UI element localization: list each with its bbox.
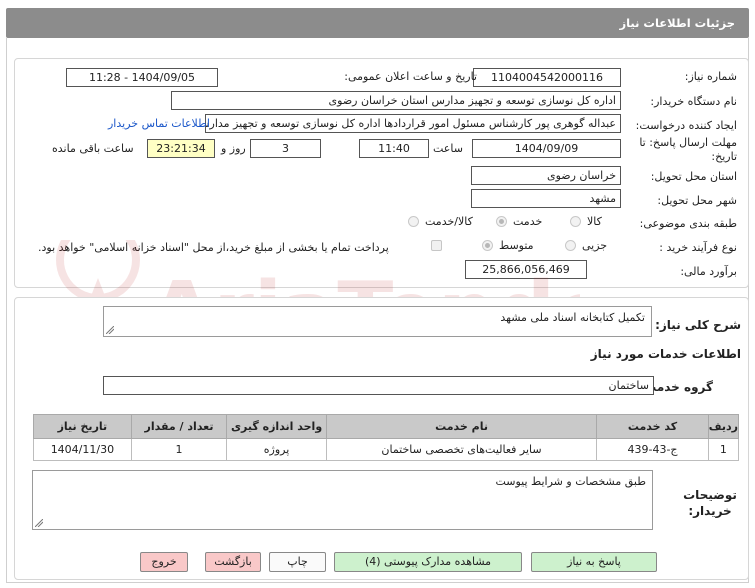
days-field: 3 [250, 139, 321, 158]
category-option-goods-radio[interactable] [570, 216, 581, 227]
category-option-service[interactable]: خدمت [496, 215, 542, 228]
buyer-notes-label: توضیحات خریدار: [683, 488, 737, 518]
services-info-heading: اطلاعات خدمات مورد نیاز [590, 347, 741, 361]
print-button[interactable]: چاپ [269, 552, 326, 572]
deadline-hour-label: ساعت [433, 142, 463, 155]
deadline-label: مهلت ارسال پاسخ: تا تاریخ: [639, 136, 737, 163]
process-type-label: نوع فرآیند خرید : [659, 241, 737, 254]
deadline-time-field: 11:40 [359, 139, 429, 158]
remaining-label: ساعت باقی مانده [52, 142, 134, 155]
requester-label: ایجاد کننده درخواست: [635, 119, 737, 132]
province-field: خراسان رضوی [471, 166, 621, 185]
services-table: ردیف کد خدمت نام خدمت واحد اندازه گیری ت… [33, 414, 740, 461]
process-option-minor-label: جزیی [582, 239, 608, 252]
buyer-notes-text: طبق مشخصات و شرایط پیوست [495, 475, 646, 488]
category-option-service-label: خدمت [513, 215, 543, 228]
process-option-medium-radio[interactable] [482, 240, 493, 251]
province-label: استان محل تحویل: [650, 170, 737, 183]
process-option-minor[interactable]: جزیی [565, 239, 607, 252]
category-option-goods[interactable]: کالا [570, 215, 602, 228]
view-attachments-button[interactable]: مشاهده مدارک پیوستی (4) [334, 552, 522, 572]
general-desc-text: تکمیل کتابخانه اسناد ملی مشهد [500, 311, 645, 324]
service-group-field: ساختمان [103, 376, 654, 395]
buyer-contact-link[interactable]: اطلاعات تماس خریدار [108, 117, 210, 130]
resize-grip-icon[interactable] [106, 326, 114, 334]
process-option-minor-radio[interactable] [565, 240, 576, 251]
cell-unit: پروژه [226, 438, 327, 461]
exit-button[interactable]: خروج [140, 552, 188, 572]
requester-field: عبداله گوهری پور کارشناس مسئول امور قرار… [205, 114, 621, 133]
col-row-number: ردیف [707, 414, 740, 439]
cell-quantity: 1 [130, 438, 228, 461]
buyer-notes-field[interactable]: طبق مشخصات و شرایط پیوست [32, 470, 653, 530]
reply-button[interactable]: پاسخ به نیاز [531, 552, 657, 572]
col-service-code: کد خدمت [596, 414, 709, 439]
buyer-org-field: اداره کل نوسازی توسعه و تجهیز مدارس استا… [171, 91, 621, 110]
buyer-org-label: نام دستگاه خریدار: [650, 95, 737, 108]
city-field: مشهد [471, 189, 621, 208]
remaining-time-field: 23:21:34 [147, 139, 215, 158]
category-option-both[interactable]: کالا/خدمت [408, 215, 473, 228]
process-option-medium[interactable]: متوسط [482, 239, 534, 252]
panel-title: جزئیات اطلاعات نیاز [6, 8, 749, 38]
announce-datetime-field: 1404/09/05 - 11:28 [66, 68, 218, 87]
resize-grip-icon[interactable] [35, 519, 43, 527]
table-row: 1 ج-43-439 سایر فعالیت‌های تخصصی ساختمان… [33, 438, 740, 461]
category-option-goods-label: کالا [587, 215, 602, 228]
general-desc-label: شرح کلی نیاز: [655, 318, 741, 332]
category-option-service-radio[interactable] [496, 216, 507, 227]
col-service-name: نام خدمت [325, 414, 598, 439]
need-number-field: 1104004542000116 [473, 68, 621, 87]
col-quantity: تعداد / مقدار [130, 414, 228, 439]
cell-need-date: 1404/11/30 [33, 438, 132, 461]
treasury-checkbox[interactable] [431, 240, 442, 251]
process-option-medium-label: متوسط [499, 239, 534, 252]
cell-service-code: ج-43-439 [596, 438, 709, 461]
announce-datetime-label: تاریخ و ساعت اعلان عمومی: [344, 70, 477, 83]
category-option-both-radio[interactable] [408, 216, 419, 227]
col-need-date: تاریخ نیاز [33, 414, 132, 439]
category-option-both-label: کالا/خدمت [425, 215, 473, 228]
general-desc-field[interactable]: تکمیل کتابخانه اسناد ملی مشهد [103, 306, 652, 337]
deadline-date-field: 1404/09/09 [472, 139, 621, 158]
cell-row-number: 1 [707, 438, 740, 461]
category-label: طبقه بندی موضوعی: [639, 217, 737, 230]
city-label: شهر محل تحویل: [657, 194, 737, 207]
budget-field: 25,866,056,469 [465, 260, 587, 279]
cell-service-name: سایر فعالیت‌های تخصصی ساختمان [325, 438, 598, 461]
need-number-label: شماره نیاز: [684, 70, 737, 83]
col-unit: واحد اندازه گیری [226, 414, 327, 439]
back-button[interactable]: بازگشت [205, 552, 261, 572]
treasury-note: پرداخت تمام یا بخشی از مبلغ خرید،از محل … [38, 241, 389, 254]
services-table-header: ردیف کد خدمت نام خدمت واحد اندازه گیری ت… [33, 414, 740, 439]
days-and-label: روز و [221, 142, 246, 155]
budget-label: برآورد مالی: [680, 265, 737, 278]
